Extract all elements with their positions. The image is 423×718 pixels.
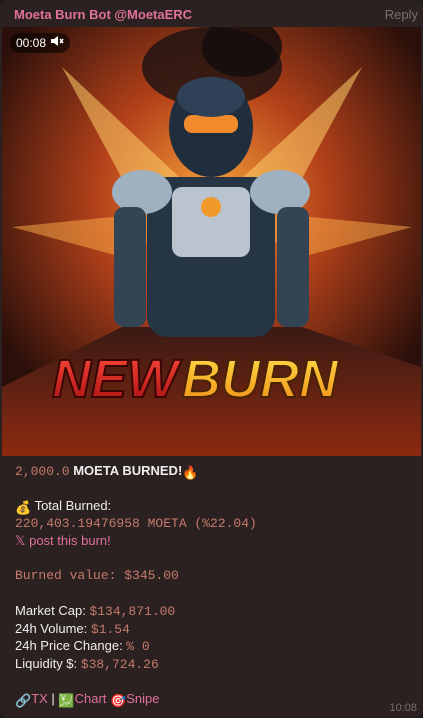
message-bubble: Moeta Burn Bot @MoetaERC Reply NEW BURN … <box>0 0 423 718</box>
video-timer[interactable]: 00:08 <box>10 33 71 53</box>
stat-label: 24h Price Change: <box>15 638 127 653</box>
links-separator: | <box>47 690 59 706</box>
stat-value: % 0 <box>126 639 150 654</box>
video-player[interactable]: NEW BURN 00:08 <box>2 27 421 456</box>
money-bag-icon: 💰 <box>15 500 32 515</box>
message-text: 2,000.0 MOETA BURNED!🔥 💰 Total Burned: 2… <box>15 462 415 708</box>
banner-burn: BURN <box>182 349 339 409</box>
chart-link[interactable]: Chart <box>75 691 107 706</box>
mute-icon[interactable] <box>50 33 64 53</box>
banner-new: NEW <box>52 349 182 409</box>
burn-amount: 2,000.0 <box>15 464 70 479</box>
video-timestamp: 00:08 <box>16 36 47 50</box>
x-post-link[interactable]: 𝕏 post this burn! <box>15 532 415 550</box>
stat-label: 24h Volume: <box>15 620 91 636</box>
tx-link[interactable]: TX <box>31 691 48 706</box>
total-burned-label: Total Burned: <box>31 498 112 513</box>
target-icon: 🎯 <box>110 692 127 708</box>
stat-volume: 24h Volume: $1.54 <box>15 620 415 638</box>
snipe-link[interactable]: Snipe <box>126 691 159 706</box>
links-row: 🔗TX | 💹Chart 🎯Snipe <box>15 690 415 708</box>
stat-label: Liquidity $: <box>15 655 81 671</box>
message-header: Moeta Burn Bot @MoetaERC Reply <box>0 0 423 27</box>
stat-price-change: 24h Price Change: % 0 <box>15 637 415 655</box>
message-time: 10:08 <box>389 702 417 714</box>
sender-name[interactable]: Moeta Burn Bot @MoetaERC <box>14 7 192 22</box>
stat-value: $38,724.26 <box>80 656 159 672</box>
stat-value: $1.54 <box>90 621 130 637</box>
burned-value: Burned value: $345.00 <box>15 568 179 583</box>
total-burned-value: 220,403.19476958 MOETA (%22.04) <box>15 515 257 531</box>
link-icon: 🔗 <box>15 692 32 708</box>
stat-label: Market Cap: <box>15 603 90 618</box>
total-burned-row: 💰 Total Burned: <box>15 497 415 515</box>
fire-icon: 🔥 <box>182 465 199 480</box>
burn-headline-text: MOETA BURNED! <box>69 463 183 478</box>
stat-value: $134,871.00 <box>89 604 176 619</box>
chart-icon: 💹 <box>58 692 75 708</box>
video-frame: NEW BURN <box>2 27 421 456</box>
stat-market-cap: Market Cap: $134,871.00 <box>15 602 415 620</box>
reply-button[interactable]: Reply <box>385 7 418 22</box>
stat-liquidity: Liquidity $: $38,724.26 <box>15 655 415 673</box>
burn-headline: 2,000.0 MOETA BURNED!🔥 <box>15 462 415 480</box>
